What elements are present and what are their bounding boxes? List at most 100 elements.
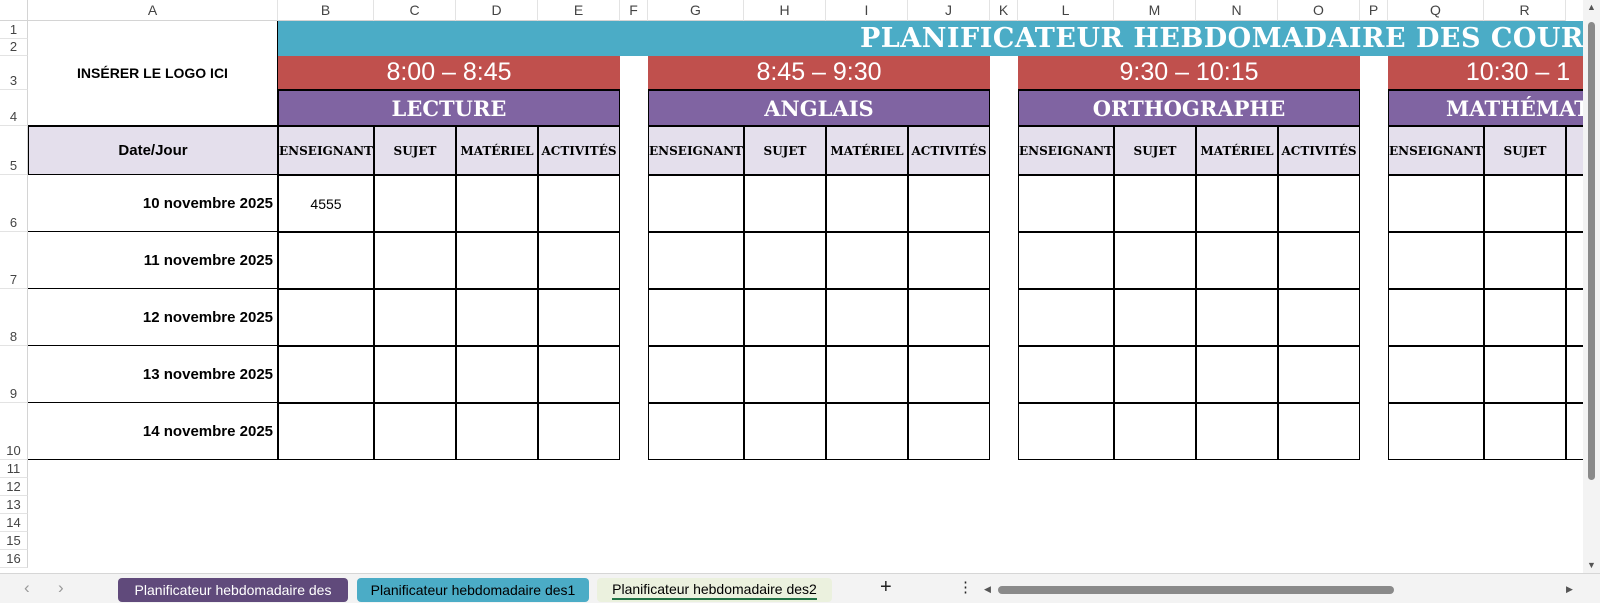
column-header-o[interactable]: O — [1278, 0, 1360, 21]
data-cell[interactable] — [1114, 346, 1196, 403]
data-cell[interactable] — [456, 346, 538, 403]
date-cell[interactable]: 11 novembre 2025 — [28, 232, 278, 289]
row-header-1[interactable]: 1 — [0, 21, 28, 39]
column-label-cell[interactable]: SUJET — [744, 126, 826, 175]
data-cell[interactable] — [456, 175, 538, 232]
data-cell[interactable] — [1018, 175, 1114, 232]
data-cell[interactable] — [456, 289, 538, 346]
add-sheet-icon[interactable]: + — [880, 576, 892, 599]
data-cell[interactable] — [648, 232, 744, 289]
data-cell[interactable] — [1566, 232, 1583, 289]
data-cell[interactable] — [538, 289, 620, 346]
prev-sheet-icon[interactable]: ‹ — [24, 578, 30, 598]
sheet-tab-1[interactable]: Planificateur hebdomadaire des — [118, 578, 348, 602]
data-cell[interactable] — [1484, 232, 1566, 289]
data-cell[interactable] — [1388, 175, 1484, 232]
subject-header[interactable]: LECTURE — [278, 90, 620, 126]
data-cell[interactable] — [538, 403, 620, 460]
row-header-8[interactable]: 8 — [0, 289, 28, 346]
column-label-cell[interactable]: ACTIVITÉS — [908, 126, 990, 175]
data-cell[interactable] — [826, 232, 908, 289]
column-header-n[interactable]: N — [1196, 0, 1278, 21]
data-cell[interactable] — [374, 346, 456, 403]
column-label-cell[interactable]: ENSEIGNANT — [1018, 126, 1114, 175]
data-cell[interactable] — [648, 403, 744, 460]
column-header-f[interactable]: F — [620, 0, 648, 21]
data-cell[interactable] — [1196, 346, 1278, 403]
row-header-5[interactable]: 5 — [0, 126, 28, 175]
data-cell[interactable] — [1484, 403, 1566, 460]
data-cell[interactable] — [1388, 289, 1484, 346]
column-header-p[interactable]: P — [1360, 0, 1388, 21]
data-cell[interactable] — [456, 232, 538, 289]
row-header-15[interactable]: 15 — [0, 532, 28, 550]
data-cell[interactable] — [1278, 232, 1360, 289]
column-label-cell[interactable]: MATÉRIEL — [826, 126, 908, 175]
sheet-tab-3-active[interactable]: Planificateur hebdomadaire des2 — [597, 578, 832, 602]
data-cell[interactable] — [826, 175, 908, 232]
data-cell[interactable] — [1196, 175, 1278, 232]
data-cell[interactable] — [1114, 403, 1196, 460]
column-label-cell[interactable]: ENSEIGNANT — [648, 126, 744, 175]
time-slot-header[interactable]: 10:30 – 1 — [1388, 56, 1583, 90]
row-header-10[interactable]: 10 — [0, 403, 28, 460]
horizontal-scrollbar[interactable]: ◀ ▶ — [984, 584, 1575, 594]
column-header-j[interactable]: J — [908, 0, 990, 21]
data-cell[interactable] — [1388, 232, 1484, 289]
select-all-corner[interactable] — [0, 0, 28, 21]
column-header-m[interactable]: M — [1114, 0, 1196, 21]
column-header-d[interactable]: D — [456, 0, 538, 21]
scroll-up-icon[interactable]: ▲ — [1587, 2, 1596, 12]
data-cell[interactable] — [648, 175, 744, 232]
column-label-cell[interactable]: M — [1566, 126, 1583, 175]
data-cell[interactable] — [1388, 403, 1484, 460]
data-cell[interactable] — [744, 403, 826, 460]
column-header-l[interactable]: L — [1018, 0, 1114, 21]
spreadsheet-grid[interactable]: ABCDEFGHIJKLMNOPQR 1 2 3 4 5 6 7 8 9 10 11 12 13 14 15… — [0, 0, 1583, 573]
row-header-14[interactable]: 14 — [0, 514, 28, 532]
column-label-cell[interactable]: MATÉRIEL — [456, 126, 538, 175]
vertical-scroll-thumb[interactable] — [1588, 22, 1595, 480]
subject-header[interactable]: ANGLAIS — [648, 90, 990, 126]
row-header-4[interactable]: 4 — [0, 90, 28, 126]
data-cell[interactable] — [826, 403, 908, 460]
data-cell[interactable] — [278, 346, 374, 403]
column-header-g[interactable]: G — [648, 0, 744, 21]
row-header-3[interactable]: 3 — [0, 56, 28, 90]
column-header-a[interactable]: A — [28, 0, 278, 21]
data-cell[interactable] — [1196, 403, 1278, 460]
horizontal-scroll-thumb[interactable] — [998, 586, 1394, 594]
data-cell[interactable] — [374, 232, 456, 289]
data-cell[interactable] — [1114, 175, 1196, 232]
data-cell[interactable] — [1018, 346, 1114, 403]
column-header-h[interactable]: H — [744, 0, 826, 21]
column-label-cell[interactable]: MATÉRIEL — [1196, 126, 1278, 175]
data-cell[interactable] — [1566, 346, 1583, 403]
column-header-k[interactable]: K — [990, 0, 1018, 21]
data-cell[interactable] — [374, 175, 456, 232]
column-header-c[interactable]: C — [374, 0, 456, 21]
date-cell[interactable]: 12 novembre 2025 — [28, 289, 278, 346]
data-cell[interactable] — [648, 289, 744, 346]
column-header-r[interactable]: R — [1484, 0, 1566, 21]
data-cell[interactable] — [1278, 346, 1360, 403]
vertical-scrollbar[interactable]: ▲ ▼ — [1583, 0, 1600, 573]
data-cell[interactable] — [1018, 232, 1114, 289]
data-cell[interactable] — [908, 346, 990, 403]
data-cell[interactable] — [1566, 289, 1583, 346]
row-header-2[interactable]: 2 — [0, 39, 28, 56]
data-cell[interactable] — [744, 232, 826, 289]
time-slot-header[interactable]: 9:30 – 10:15 — [1018, 56, 1360, 90]
data-cell[interactable] — [1018, 403, 1114, 460]
data-cell[interactable] — [744, 175, 826, 232]
time-slot-header[interactable]: 8:45 – 9:30 — [648, 56, 990, 90]
data-cell[interactable] — [1484, 175, 1566, 232]
column-header-i[interactable]: I — [826, 0, 908, 21]
data-cell[interactable] — [1278, 175, 1360, 232]
data-cell[interactable] — [278, 403, 374, 460]
column-header-e[interactable]: E — [538, 0, 620, 21]
time-slot-header[interactable]: 8:00 – 8:45 — [278, 56, 620, 90]
data-cell[interactable] — [826, 289, 908, 346]
subject-header[interactable]: MATHÉMAT — [1388, 90, 1583, 126]
date-day-header[interactable]: Date/Jour — [28, 126, 278, 175]
